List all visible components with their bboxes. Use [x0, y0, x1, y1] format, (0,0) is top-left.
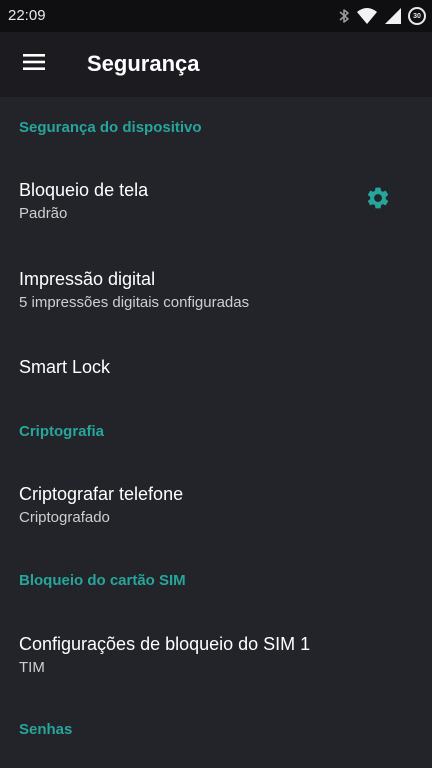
page-title: Segurança [87, 51, 200, 76]
battery-level: 30 [413, 12, 421, 20]
encrypt-phone-subtitle: Criptografado [19, 509, 110, 526]
status-icons: 30 [338, 5, 426, 27]
screen-lock-title: Bloqueio de tela [19, 180, 149, 200]
encrypt-phone-item[interactable]: Criptografar telefone Criptografado [0, 466, 432, 546]
section-header-encryption: Criptografia [19, 423, 105, 440]
smart-lock-item[interactable]: Smart Lock [0, 340, 432, 396]
sim1-lock-subtitle: TIM [19, 659, 45, 676]
fingerprint-item[interactable]: Impressão digital 5 impressões digitais … [0, 250, 432, 330]
gear-icon [365, 185, 391, 216]
smart-lock-title: Smart Lock [19, 357, 111, 377]
sim1-lock-item[interactable]: Configurações de bloqueio do SIM 1 TIM [0, 614, 432, 694]
bluetooth-icon [338, 7, 350, 25]
section-header-passwords: Senhas [19, 721, 73, 738]
status-bar: 22:09 30 [0, 0, 432, 32]
sim1-lock-title: Configurações de bloqueio do SIM 1 [19, 634, 311, 654]
section-header-device-security: Segurança do dispositivo [19, 119, 202, 136]
screen-lock-subtitle: Padrão [19, 205, 68, 222]
signal-icon [384, 7, 402, 25]
section-header-sim-lock: Bloqueio do cartão SIM [19, 572, 186, 589]
fingerprint-subtitle: 5 impressões digitais configuradas [19, 294, 250, 311]
screen-lock-settings-button[interactable] [362, 184, 394, 216]
app-bar: Segurança [0, 32, 432, 97]
encrypt-phone-title: Criptografar telefone [19, 484, 184, 504]
fingerprint-title: Impressão digital [19, 269, 156, 289]
wifi-icon [356, 7, 378, 25]
menu-button[interactable] [14, 44, 54, 84]
status-time: 22:09 [8, 7, 46, 24]
battery-icon: 30 [408, 7, 426, 25]
menu-icon [23, 53, 45, 75]
